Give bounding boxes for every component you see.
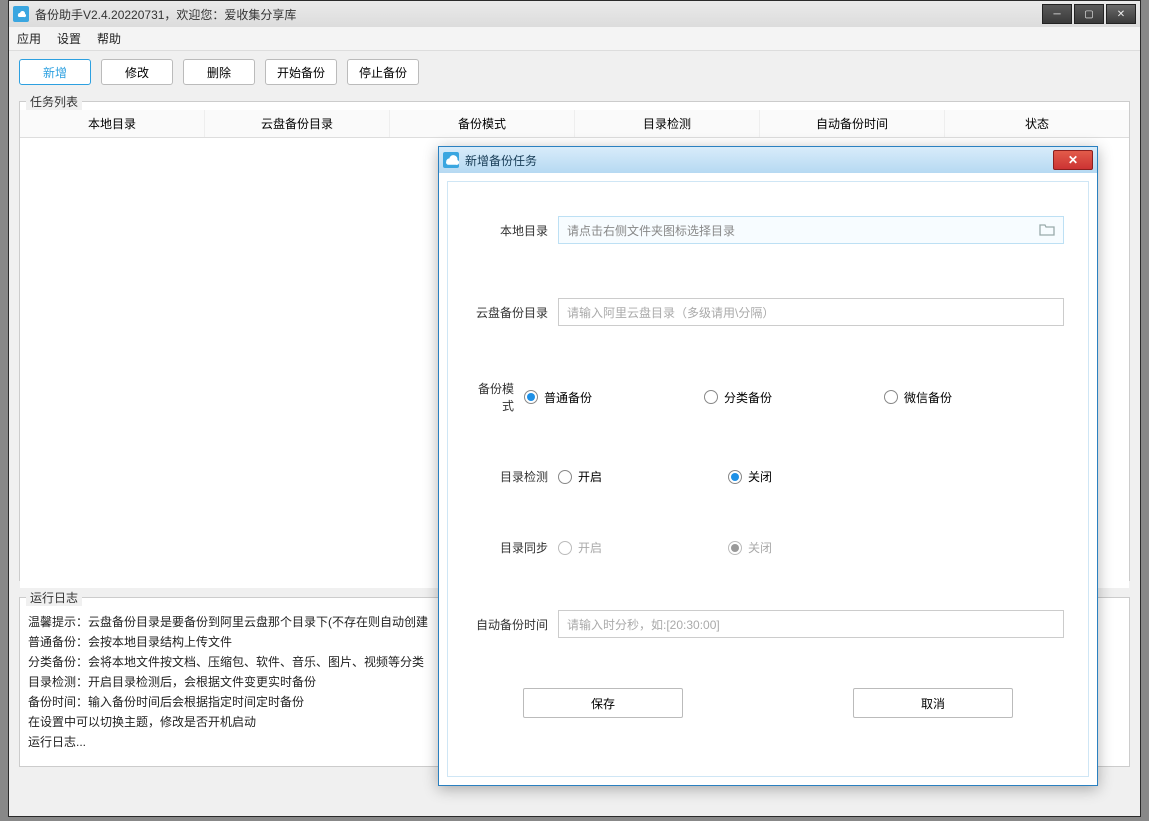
dialog-title: 新增备份任务 (465, 152, 1053, 169)
new-button[interactable]: 新增 (19, 59, 91, 85)
label-cloud-dir: 云盘备份目录 (472, 304, 558, 321)
dircheck-on-option[interactable]: 开启 (558, 468, 728, 485)
titlebar: 备份助手V2.4.20220731，欢迎您：爱收集分享库 ─ ▢ ✕ (9, 1, 1140, 27)
cloud-dir-placeholder: 请输入阿里云盘目录（多级请用\分隔） (567, 304, 774, 321)
row-dir-check: 目录检测 开启 关闭 (472, 468, 1064, 485)
mode-normal-option[interactable]: 普通备份 (524, 389, 704, 406)
edit-button[interactable]: 修改 (101, 59, 173, 85)
cloud-dir-input[interactable]: 请输入阿里云盘目录（多级请用\分隔） (558, 298, 1064, 326)
dialog-close-button[interactable]: ✕ (1053, 150, 1093, 170)
menubar: 应用 设置 帮助 (9, 27, 1140, 51)
label-dir-sync: 目录同步 (472, 539, 558, 556)
dircheck-off-option[interactable]: 关闭 (728, 468, 898, 485)
dialog-titlebar: 新增备份任务 ✕ (439, 147, 1097, 173)
dircheck-on-label: 开启 (578, 468, 602, 485)
col-mode[interactable]: 备份模式 (390, 110, 575, 137)
auto-time-placeholder: 请输入时分秒，如:[20:30:00] (567, 616, 720, 633)
minimize-button[interactable]: ─ (1042, 4, 1072, 24)
mode-normal-label: 普通备份 (544, 389, 592, 406)
col-status[interactable]: 状态 (945, 110, 1129, 137)
col-dir-check[interactable]: 目录检测 (575, 110, 760, 137)
app-icon (13, 6, 29, 22)
radio-icon (524, 390, 538, 404)
mode-wechat-label: 微信备份 (904, 389, 952, 406)
task-list-legend: 任务列表 (26, 93, 82, 110)
dirsync-off-option: 关闭 (728, 539, 898, 556)
save-button[interactable]: 保存 (523, 688, 683, 718)
dialog-buttons: 保存 取消 (472, 688, 1064, 718)
folder-icon[interactable] (1039, 222, 1055, 239)
row-local-dir: 本地目录 请点击右侧文件夹图标选择目录 (472, 216, 1064, 244)
col-local-dir[interactable]: 本地目录 (20, 110, 205, 137)
row-backup-mode: 备份模式 普通备份 分类备份 微信备份 (472, 380, 1064, 414)
radio-icon (728, 541, 742, 555)
menu-settings[interactable]: 设置 (57, 30, 81, 47)
label-backup-mode: 备份模式 (472, 380, 524, 414)
row-dir-sync: 目录同步 开启 关闭 (472, 539, 1064, 556)
row-cloud-dir: 云盘备份目录 请输入阿里云盘目录（多级请用\分隔） (472, 298, 1064, 326)
radio-icon (884, 390, 898, 404)
local-dir-placeholder: 请点击右侧文件夹图标选择目录 (567, 222, 735, 239)
mode-category-label: 分类备份 (724, 389, 772, 406)
task-table-header: 本地目录 云盘备份目录 备份模式 目录检测 自动备份时间 状态 (20, 110, 1129, 138)
cancel-button[interactable]: 取消 (853, 688, 1013, 718)
toolbar: 新增 修改 删除 开始备份 停止备份 (19, 59, 1130, 85)
radio-icon (704, 390, 718, 404)
radio-icon (558, 470, 572, 484)
stop-backup-button[interactable]: 停止备份 (347, 59, 419, 85)
radio-icon (558, 541, 572, 555)
mode-wechat-option[interactable]: 微信备份 (884, 389, 1064, 406)
col-auto-time[interactable]: 自动备份时间 (760, 110, 945, 137)
new-task-dialog: 新增备份任务 ✕ 本地目录 请点击右侧文件夹图标选择目录 云盘备份目录 请输入阿… (438, 146, 1098, 786)
close-button[interactable]: ✕ (1106, 4, 1136, 24)
maximize-button[interactable]: ▢ (1074, 4, 1104, 24)
start-backup-button[interactable]: 开始备份 (265, 59, 337, 85)
dirsync-off-label: 关闭 (748, 539, 772, 556)
dialog-body: 本地目录 请点击右侧文件夹图标选择目录 云盘备份目录 请输入阿里云盘目录（多级请… (447, 181, 1089, 777)
window-title: 备份助手V2.4.20220731，欢迎您：爱收集分享库 (35, 6, 1040, 23)
dircheck-off-label: 关闭 (748, 468, 772, 485)
dirsync-on-label: 开启 (578, 539, 602, 556)
local-dir-input[interactable]: 请点击右侧文件夹图标选择目录 (558, 216, 1064, 244)
menu-help[interactable]: 帮助 (97, 30, 121, 47)
auto-time-input[interactable]: 请输入时分秒，如:[20:30:00] (558, 610, 1064, 638)
label-auto-time: 自动备份时间 (472, 616, 558, 633)
col-cloud-dir[interactable]: 云盘备份目录 (205, 110, 390, 137)
delete-button[interactable]: 删除 (183, 59, 255, 85)
dialog-app-icon (443, 152, 459, 168)
mode-category-option[interactable]: 分类备份 (704, 389, 884, 406)
label-dir-check: 目录检测 (472, 468, 558, 485)
log-legend: 运行日志 (26, 589, 82, 606)
label-local-dir: 本地目录 (472, 222, 558, 239)
row-auto-time: 自动备份时间 请输入时分秒，如:[20:30:00] (472, 610, 1064, 638)
menu-app[interactable]: 应用 (17, 30, 41, 47)
dirsync-on-option: 开启 (558, 539, 728, 556)
radio-icon (728, 470, 742, 484)
